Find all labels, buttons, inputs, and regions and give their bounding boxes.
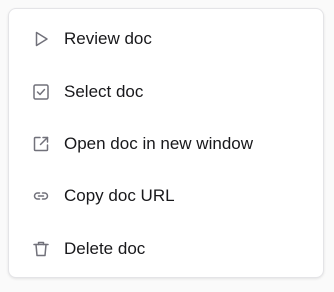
menu-item-label: Copy doc URL: [64, 186, 175, 206]
trash-icon: [31, 239, 51, 259]
menu-item-label: Open doc in new window: [64, 133, 254, 153]
menu-item-label: Select doc: [64, 81, 144, 101]
play-icon: [31, 29, 51, 49]
menu-item-select-doc[interactable]: Select doc: [9, 65, 323, 117]
link-icon: [31, 186, 51, 206]
menu-item-open-new-window[interactable]: Open doc in new window: [9, 118, 323, 170]
menu-item-delete-doc[interactable]: Delete doc: [9, 223, 323, 275]
external-link-icon: [31, 134, 51, 154]
checkbox-icon: [31, 82, 51, 102]
context-menu: Review doc Select doc Open doc in new wi…: [8, 8, 324, 278]
menu-item-label: Review doc: [64, 29, 152, 49]
menu-item-label: Delete doc: [64, 238, 146, 258]
menu-item-review-doc[interactable]: Review doc: [9, 13, 323, 65]
menu-item-copy-url[interactable]: Copy doc URL: [9, 170, 323, 222]
